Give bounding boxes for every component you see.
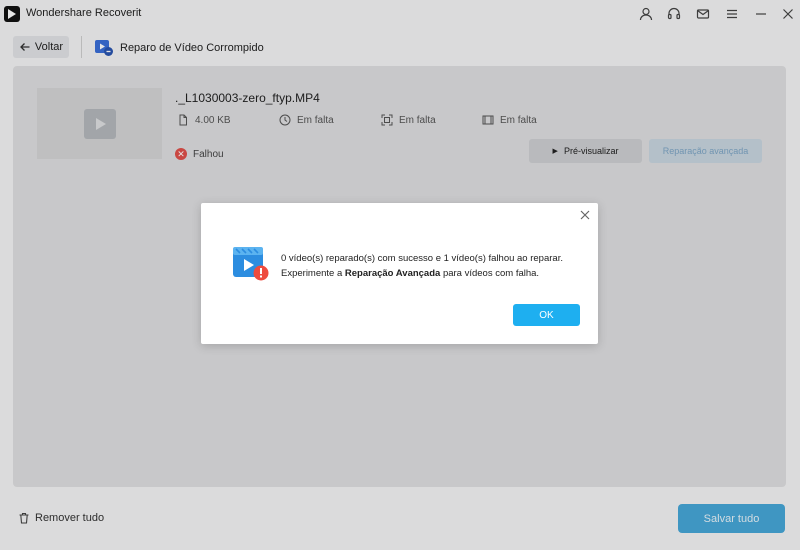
dialog-line-2-suffix: para vídeos com falha. — [440, 268, 540, 279]
ok-button[interactable]: OK — [513, 304, 580, 326]
dialog-message: 0 vídeo(s) reparado(s) com sucesso e 1 v… — [281, 251, 586, 281]
video-error-icon — [233, 247, 269, 281]
repair-result-dialog: 0 vídeo(s) reparado(s) com sucesso e 1 v… — [201, 203, 598, 344]
dialog-line-2: Experimente a Reparação Avançada para ví… — [281, 266, 586, 281]
dialog-line-1: 0 vídeo(s) reparado(s) com sucesso e 1 v… — [281, 253, 563, 264]
dialog-close-icon[interactable] — [578, 208, 592, 222]
dialog-advanced-repair-emphasis: Reparação Avançada — [344, 268, 441, 279]
ok-label: OK — [539, 309, 554, 321]
dialog-line-2-prefix: Experimente a — [281, 268, 345, 279]
